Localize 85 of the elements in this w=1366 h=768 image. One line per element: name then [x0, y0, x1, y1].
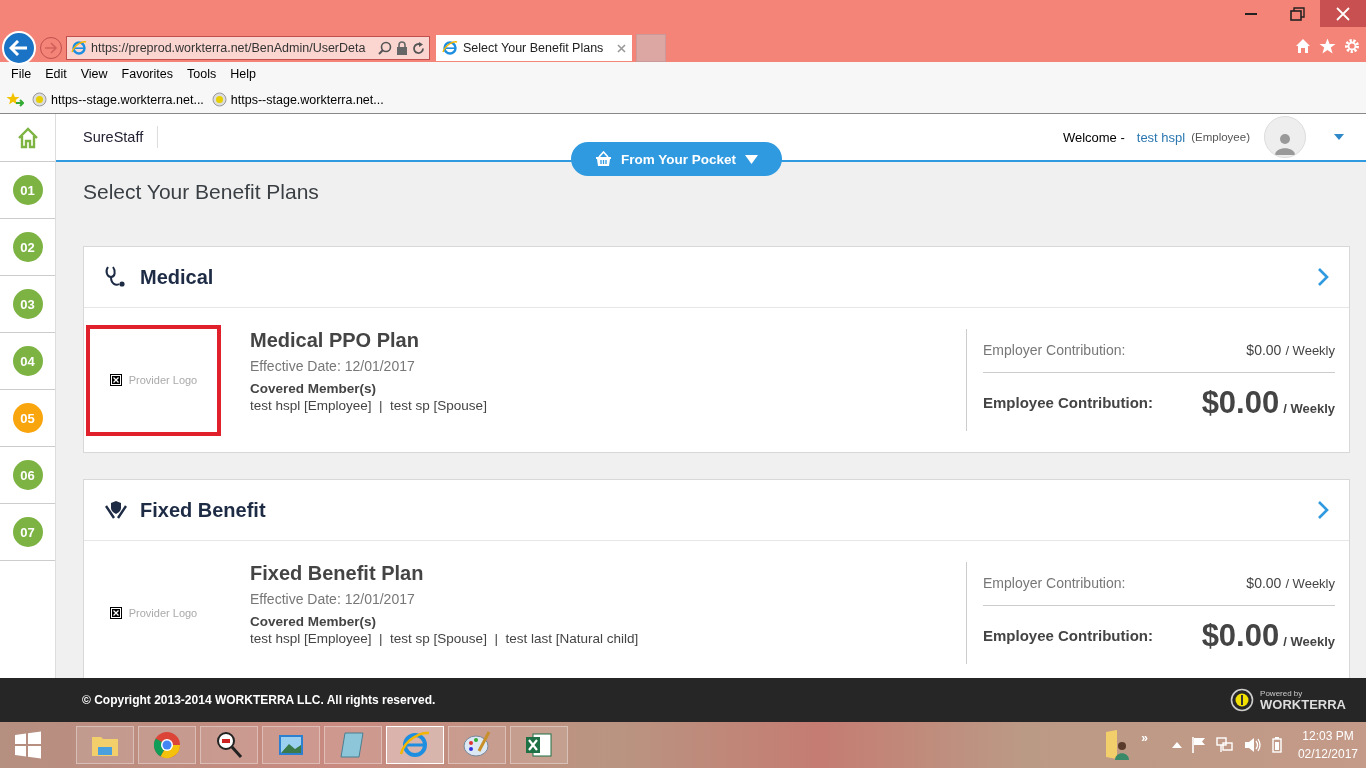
network-icon[interactable]	[1215, 737, 1234, 753]
employee-contribution-label: Employee Contribution:	[983, 394, 1153, 411]
broken-image-icon	[109, 607, 122, 619]
copyright-text: © Copyright 2013-2014 WORKTERRA LLC. All rights reserved.	[82, 693, 436, 707]
notepad-icon[interactable]	[324, 726, 382, 764]
caret-down-icon	[745, 154, 758, 164]
favorite-link[interactable]: https--stage.workterra.net...	[51, 92, 204, 107]
star-icon[interactable]	[1319, 38, 1336, 54]
menu-item[interactable]: Help	[223, 67, 263, 81]
covered-members: test hspl [Employee] | test sp [Spouse] | test last [Natural child]	[250, 631, 640, 646]
chevron-button[interactable]	[1317, 267, 1329, 287]
menu-item[interactable]: View	[73, 67, 115, 81]
menu-item[interactable]: Tools	[180, 67, 224, 81]
covered-members: test hspl [Employee] | test sp [Spouse]	[250, 398, 488, 413]
category-title: Fixed Benefit	[140, 498, 266, 522]
employee-amount: $0.00	[1201, 384, 1280, 421]
menu-item[interactable]: Edit	[38, 67, 74, 81]
site-icon	[32, 92, 47, 107]
volume-icon[interactable]	[1243, 737, 1262, 753]
refresh-icon[interactable]	[412, 41, 425, 55]
home-icon[interactable]	[1295, 38, 1311, 54]
company-name: SureStaff	[83, 126, 159, 148]
employer-amount: $0.00	[1246, 574, 1282, 591]
employer-contribution-label: Employer Contribution:	[983, 574, 1126, 591]
spreadsheet-icon[interactable]	[510, 726, 568, 764]
employee-contribution-label: Employee Contribution:	[983, 627, 1153, 644]
page-title: Select Your Benefit Plans	[83, 180, 320, 204]
user-name-link[interactable]: test hspl	[1136, 129, 1186, 145]
home-icon[interactable]	[16, 126, 39, 149]
folder-icon[interactable]	[76, 726, 134, 764]
members-label: Covered Member(s)	[250, 381, 378, 396]
site-icon	[211, 92, 227, 107]
plan-name: Medical PPO Plan	[250, 329, 420, 352]
close-button[interactable]	[1320, 0, 1366, 27]
restore-icon	[1289, 5, 1305, 22]
effective-date: Effective Date: 12/01/2017	[250, 591, 416, 607]
employee-amount: $0.00	[1201, 617, 1280, 654]
brand-name: WORKTERRA	[1260, 697, 1346, 711]
period-label: / Weekly	[1283, 633, 1335, 649]
folder-user-icon[interactable]	[1105, 729, 1132, 761]
battery-icon[interactable]	[1271, 737, 1282, 753]
stethoscope-icon	[104, 265, 128, 289]
avatar[interactable]	[1264, 116, 1306, 158]
logo-alt-text: Provider Logo	[128, 607, 198, 619]
browser-tab[interactable]: Select Your Benefit Plans	[436, 35, 632, 61]
magnifier-icon[interactable]	[200, 726, 258, 764]
flag-icon[interactable]	[1191, 737, 1206, 753]
minimize-icon	[1245, 12, 1257, 15]
plan-name: Fixed Benefit Plan	[250, 562, 425, 585]
members-label: Covered Member(s)	[250, 614, 378, 629]
pocket-button[interactable]: From Your Pocket	[571, 142, 782, 176]
period-label: / Weekly	[1285, 342, 1335, 358]
arrow-right-icon	[44, 42, 58, 54]
menu-item[interactable]: Favorites	[114, 67, 180, 81]
favorites-star-icon[interactable]	[6, 91, 24, 108]
close-icon[interactable]	[617, 43, 626, 53]
browser-icon	[71, 40, 87, 56]
category-title: Medical	[140, 265, 214, 289]
settings-icon[interactable]	[1344, 38, 1360, 54]
browser-icon[interactable]	[386, 726, 444, 764]
period-label: / Weekly	[1285, 575, 1335, 591]
chevron-button[interactable]	[1317, 500, 1329, 520]
powered-by-label: Powered by	[1260, 689, 1304, 698]
period-label: / Weekly	[1283, 400, 1335, 416]
caret-up-icon[interactable]	[1171, 742, 1182, 748]
effective-date: Effective Date: 12/01/2017	[250, 358, 416, 374]
basket-icon	[595, 151, 612, 167]
search-icon[interactable]	[378, 41, 392, 55]
brand-logo-icon	[1230, 688, 1255, 712]
employer-amount: $0.00	[1246, 341, 1282, 358]
address-bar[interactable]: https://preprod.workterra.net/BenAdmin/UserDeta	[66, 36, 430, 60]
welcome-label: Welcome -	[1062, 129, 1125, 145]
lock-icon	[396, 41, 408, 55]
dropdown-caret-icon[interactable]	[1334, 134, 1344, 140]
broken-image-icon	[109, 374, 122, 386]
palette-icon[interactable]	[448, 726, 506, 764]
close-icon	[1335, 5, 1351, 22]
logo-alt-text: Provider Logo	[128, 374, 198, 386]
browser-icon	[442, 40, 458, 56]
employer-contribution-label: Employer Contribution:	[983, 341, 1126, 358]
user-role: (Employee)	[1191, 131, 1250, 143]
back-button[interactable]	[2, 31, 36, 65]
favorite-link[interactable]: https--stage.workterra.net...	[230, 92, 384, 107]
menu-item[interactable]: File	[4, 67, 39, 81]
arrow-left-icon	[9, 40, 29, 56]
